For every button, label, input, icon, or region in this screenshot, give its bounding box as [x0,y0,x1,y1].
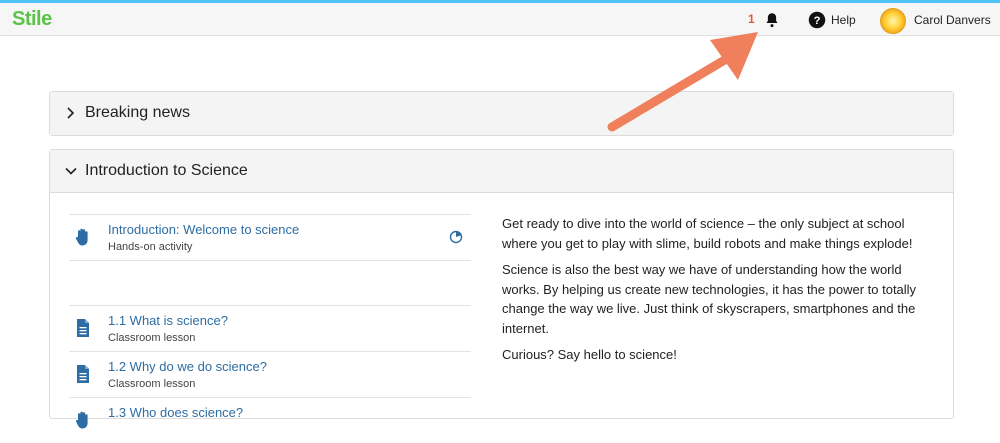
lesson-title[interactable]: 1.3 Who does science? [108,405,243,420]
chevron-right-icon [67,107,75,119]
document-icon [77,319,89,337]
list-item[interactable]: 1.1 What is science? Classroom lesson [69,305,471,351]
section-introduction-to-science: Introduction to Science Introduction: We… [49,149,954,429]
svg-text:?: ? [814,15,821,27]
section-breaking-news: Breaking news [49,91,954,136]
description-paragraph: Science is also the best way we have of … [502,262,917,336]
section-title: Introduction to Science [85,162,248,179]
lesson-title[interactable]: 1.2 Why do we do science? [108,359,267,374]
section-title: Breaking news [85,104,190,121]
lesson-type: Hands-on activity [108,241,193,253]
description-paragraph: Get ready to dive into the world of scie… [502,216,913,251]
annotation-arrow [607,32,758,132]
section-header-introduction[interactable]: Introduction to Science [50,150,953,193]
list-item[interactable]: 1.3 Who does science? [69,397,471,443]
description-paragraph: Curious? Say hello to science! [502,347,677,362]
hand-icon [75,411,88,429]
top-navigation-bar: Stile 1 ? Help Carol Danvers [0,3,1000,36]
list-item[interactable]: 1.2 Why do we do science? Classroom less… [69,351,471,397]
lesson-title[interactable]: 1.1 What is science? [108,313,228,328]
section-description: Get ready to dive into the world of scie… [502,214,942,372]
list-item[interactable]: Introduction: Welcome to science Hands-o… [69,214,471,260]
lesson-title[interactable]: Introduction: Welcome to science [108,222,299,237]
lesson-type: Classroom lesson [108,332,196,344]
stile-logo[interactable]: Stile [12,8,52,31]
progress-status-icon [449,230,463,244]
chevron-down-icon [65,167,77,175]
hand-icon [75,228,88,246]
list-spacer [69,260,471,305]
user-name[interactable]: Carol Danvers [914,13,991,27]
section-header-breaking-news[interactable]: Breaking news [50,92,953,135]
document-icon [77,365,89,383]
help-icon[interactable]: ? [808,11,826,29]
help-link[interactable]: Help [831,13,856,27]
lesson-list: Introduction: Welcome to science Hands-o… [69,214,471,443]
lesson-type: Classroom lesson [108,378,196,390]
avatar[interactable] [880,8,906,34]
